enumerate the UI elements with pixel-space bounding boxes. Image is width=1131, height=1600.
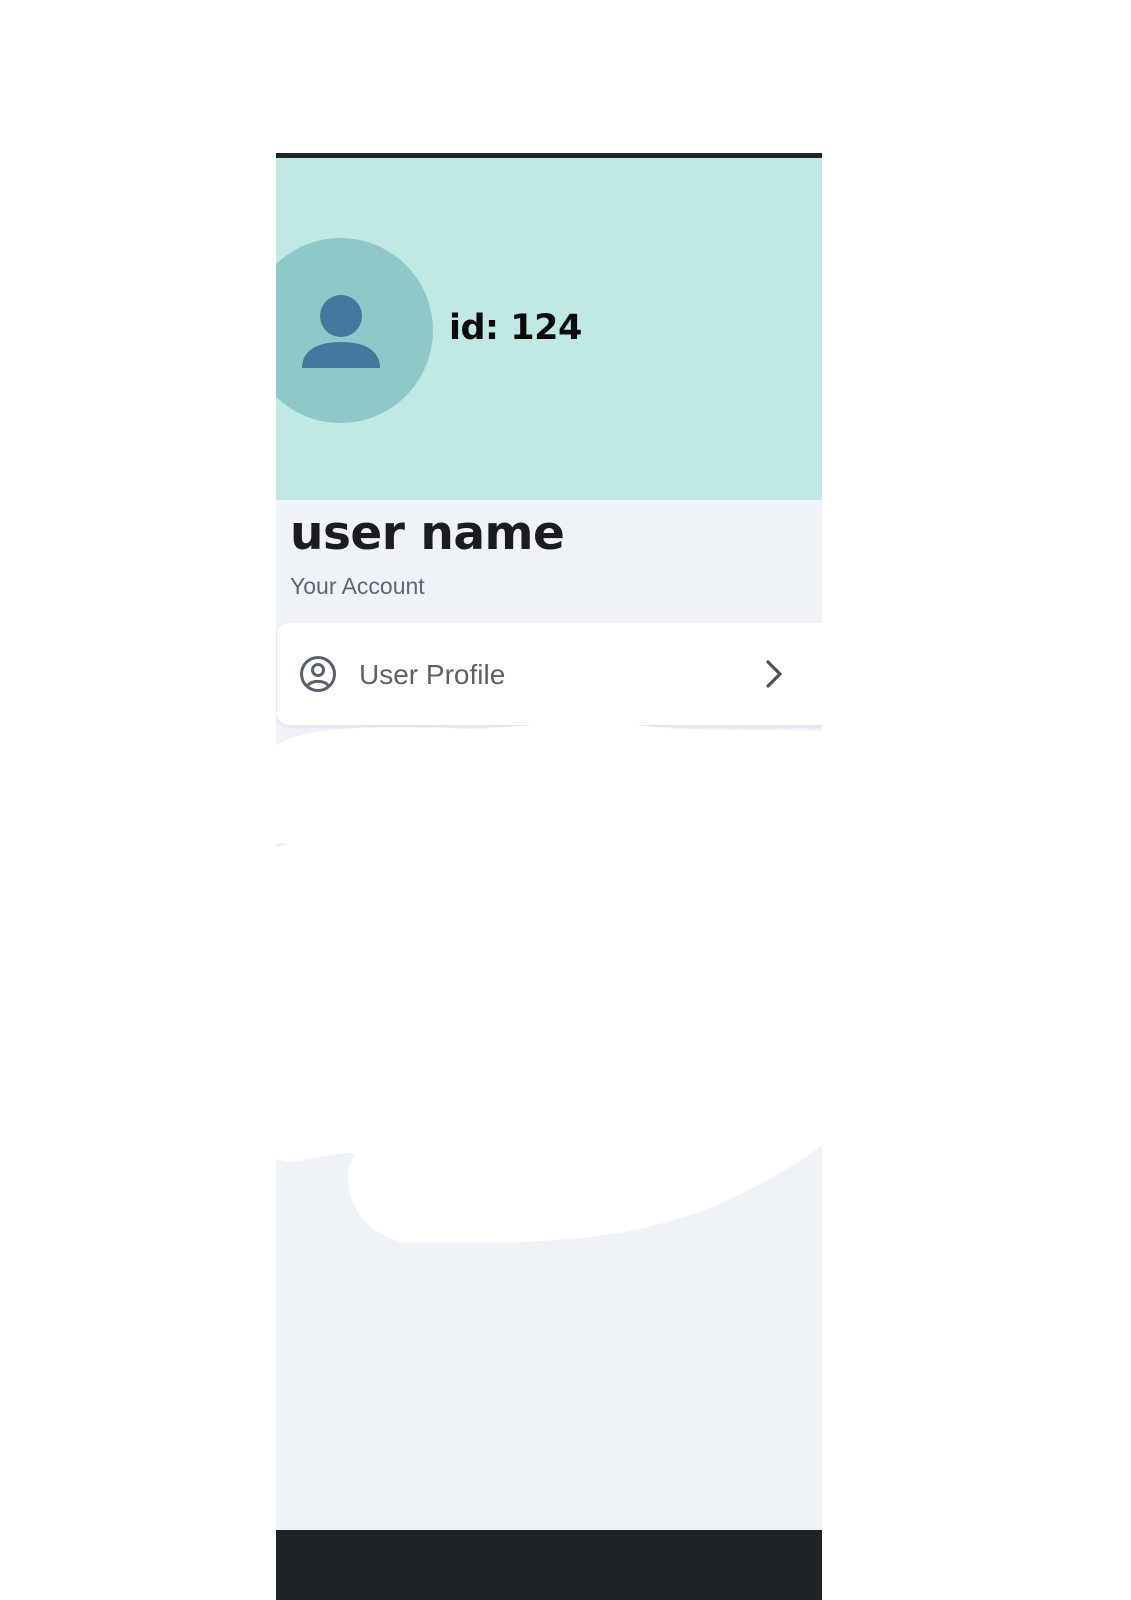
app-screen: id: 124 user name Your Account User Prof… <box>276 153 822 1600</box>
user-id: id: 124 <box>449 308 582 348</box>
menu-item-user-profile[interactable]: User Profile <box>277 623 822 725</box>
avatar[interactable] <box>276 238 433 423</box>
account-circle-icon <box>300 656 336 692</box>
user-name: user name <box>290 506 565 561</box>
page: id: 124 user name Your Account User Prof… <box>0 0 1131 1600</box>
person-icon <box>301 294 380 368</box>
profile-header: id: 124 <box>276 158 822 500</box>
menu-item-label: User Profile <box>359 659 506 690</box>
redaction-overlay <box>276 725 822 1425</box>
navigation-bar <box>276 1530 822 1600</box>
section-label: Your Account <box>290 573 425 599</box>
chevron-right-icon <box>766 660 782 688</box>
